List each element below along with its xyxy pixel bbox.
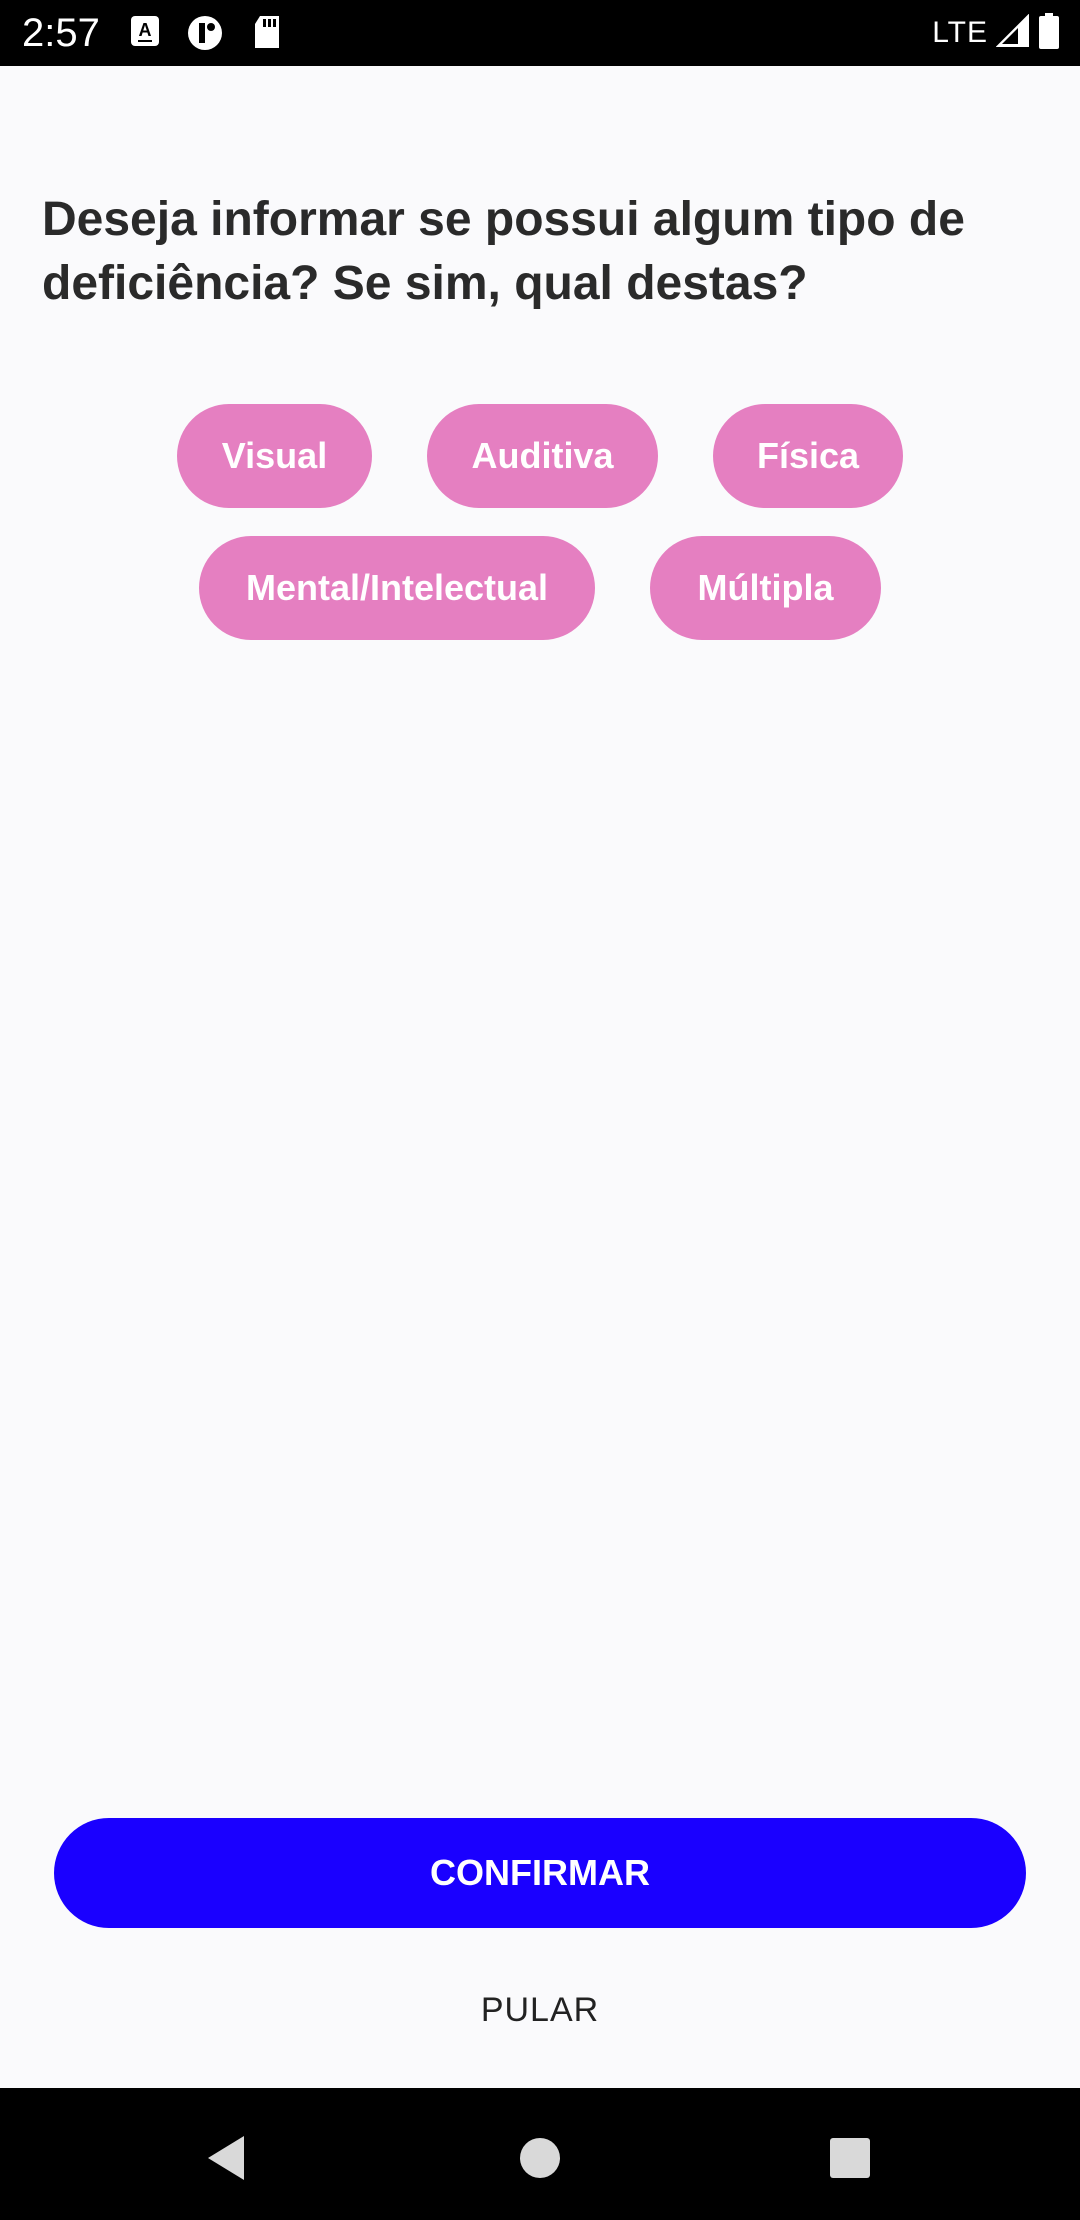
status-bar: 2:57 A LTE	[0, 0, 1080, 66]
signal-icon	[995, 13, 1030, 53]
recents-icon[interactable]	[820, 2128, 880, 2188]
status-right: LTE	[932, 12, 1060, 54]
option-chip-auditiva[interactable]: Auditiva	[427, 404, 658, 508]
svg-text:A: A	[139, 20, 152, 40]
battery-icon	[1038, 12, 1060, 54]
home-icon[interactable]	[510, 2128, 570, 2188]
option-chip-multipla[interactable]: Múltipla	[650, 536, 881, 640]
a-accessibility-icon: A	[130, 14, 160, 53]
sd-card-icon	[252, 14, 282, 55]
confirm-button[interactable]: CONFIRMAR	[54, 1818, 1026, 1928]
navigation-bar	[0, 2088, 1080, 2220]
back-icon[interactable]	[196, 2128, 256, 2188]
notification-app-icon	[186, 14, 226, 57]
option-chip-visual[interactable]: Visual	[177, 404, 372, 508]
screen: 2:57 A LTE Deseja informar se possui alg…	[0, 0, 1080, 2220]
question-text: Deseja informar se possui algum tipo de …	[42, 193, 965, 310]
network-label: LTE	[932, 16, 988, 49]
option-chip-mental-intelectual[interactable]: Mental/Intelectual	[199, 536, 595, 640]
option-chip-fisica[interactable]: Física	[713, 404, 903, 508]
status-time: 2:57	[22, 11, 100, 55]
skip-button[interactable]: PULAR	[440, 1980, 640, 2040]
